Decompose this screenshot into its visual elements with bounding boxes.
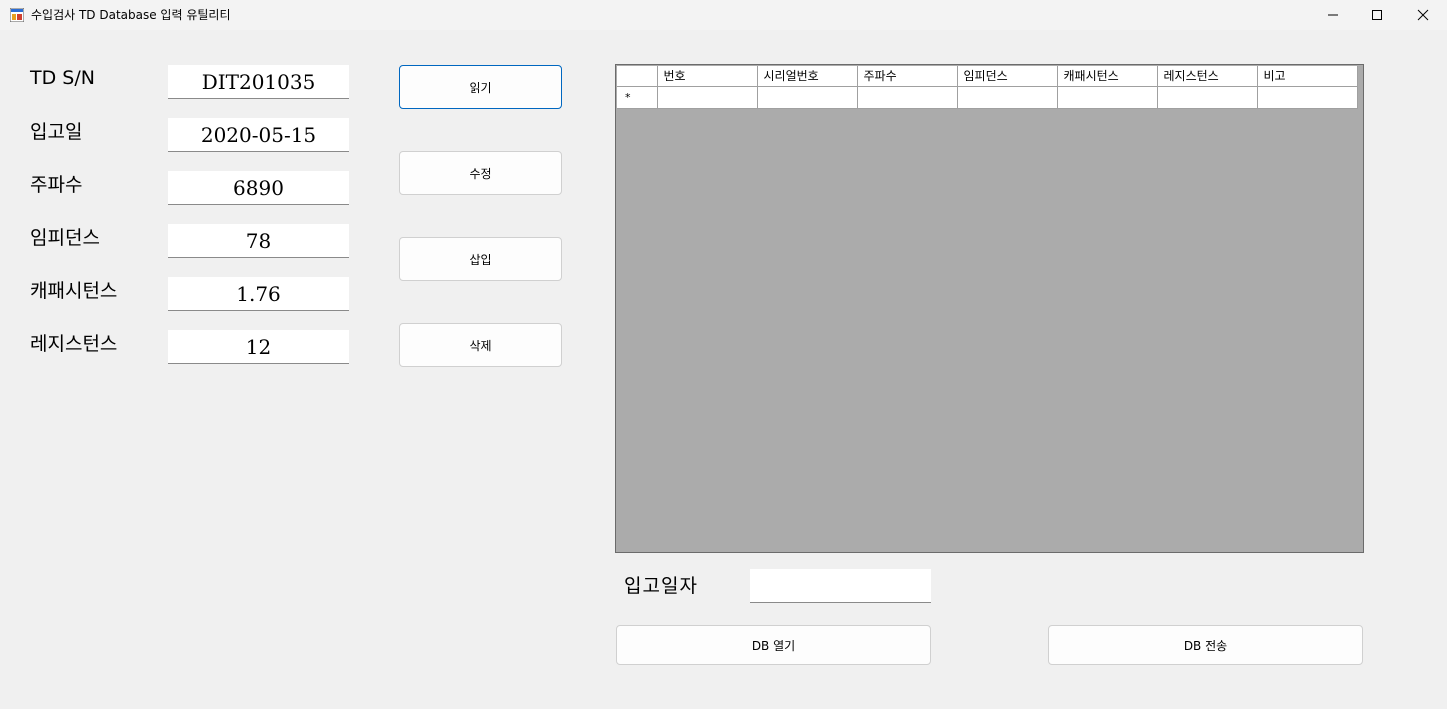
close-icon: [1417, 9, 1429, 21]
grid-corner-header[interactable]: [617, 66, 658, 87]
grid-cell[interactable]: [657, 86, 758, 109]
grid-cell[interactable]: [1057, 86, 1158, 109]
td-sn-input[interactable]: [168, 65, 349, 99]
label-td-sn: TD S/N: [30, 67, 95, 89]
data-grid-table: 번호 시리얼번호 주파수 임피던스 캐패시턴스 레지스턴스 비고 *: [617, 66, 1358, 109]
table-row[interactable]: *: [617, 86, 1358, 109]
capacitance-input[interactable]: [168, 277, 349, 311]
frequency-input[interactable]: [168, 171, 349, 205]
label-impedance: 임피던스: [30, 227, 100, 249]
impedance-input[interactable]: [168, 224, 349, 258]
grid-cell[interactable]: [857, 86, 958, 109]
new-row-marker[interactable]: *: [617, 86, 658, 109]
receipt-date-filter-input[interactable]: [750, 569, 931, 603]
close-button[interactable]: [1400, 0, 1446, 30]
app-icon: [10, 8, 24, 22]
column-header-capacitance[interactable]: 캐패시턴스: [1057, 66, 1158, 87]
label-capacitance: 캐패시턴스: [30, 280, 118, 302]
title-bar: 수입검사 TD Database 입력 유틸리티: [0, 0, 1447, 30]
edit-button[interactable]: 수정: [399, 151, 562, 195]
column-header-serial[interactable]: 시리얼번호: [757, 66, 858, 87]
grid-cell[interactable]: [957, 86, 1058, 109]
app-window: 수입검사 TD Database 입력 유틸리티 TD S/N 입고일 주파수 …: [0, 0, 1447, 709]
grid-cell[interactable]: [1257, 86, 1358, 109]
column-header-resistance[interactable]: 레지스턴스: [1157, 66, 1258, 87]
db-open-button[interactable]: DB 열기: [616, 625, 931, 665]
receipt-date-label: 입고일자: [624, 575, 698, 597]
column-header-impedance[interactable]: 임피던스: [957, 66, 1058, 87]
grid-cell[interactable]: [757, 86, 858, 109]
grid-header-row: 번호 시리얼번호 주파수 임피던스 캐패시턴스 레지스턴스 비고: [617, 66, 1358, 87]
label-receipt-date: 입고일: [30, 121, 83, 143]
window-title: 수입검사 TD Database 입력 유틸리티: [31, 8, 231, 22]
data-grid[interactable]: 번호 시리얼번호 주파수 임피던스 캐패시턴스 레지스턴스 비고 *: [615, 64, 1364, 553]
db-send-button[interactable]: DB 전송: [1048, 625, 1363, 665]
minimize-button[interactable]: [1310, 0, 1356, 30]
minimize-icon: [1328, 14, 1338, 16]
delete-button[interactable]: 삭제: [399, 323, 562, 367]
label-frequency: 주파수: [30, 174, 83, 196]
insert-button[interactable]: 삽입: [399, 237, 562, 281]
maximize-icon: [1372, 10, 1382, 20]
grid-cell[interactable]: [1157, 86, 1258, 109]
maximize-button[interactable]: [1354, 0, 1400, 30]
column-header-frequency[interactable]: 주파수: [857, 66, 958, 87]
receipt-date-input[interactable]: [168, 118, 349, 152]
label-resistance: 레지스턴스: [30, 333, 118, 355]
column-header-remarks[interactable]: 비고: [1257, 66, 1358, 87]
column-header-number[interactable]: 번호: [657, 66, 758, 87]
resistance-input[interactable]: [168, 330, 349, 364]
read-button[interactable]: 읽기: [399, 65, 562, 109]
